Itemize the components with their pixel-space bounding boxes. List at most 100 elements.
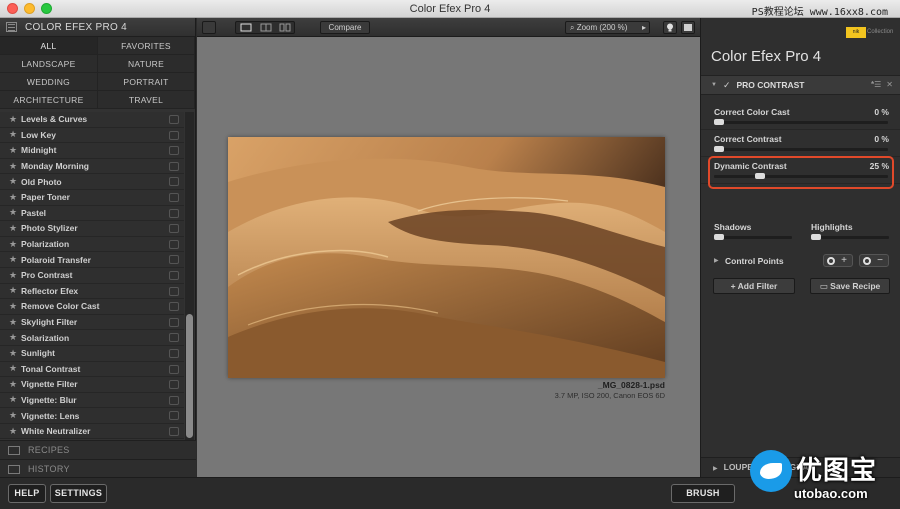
category-travel[interactable]: TRAVEL [98, 91, 195, 109]
expand-triangle-icon[interactable]: ▶ [714, 257, 719, 264]
browser-view-icon[interactable] [6, 22, 17, 32]
filter-item[interactable]: ★ Levels & Curves [0, 112, 184, 128]
filter-item[interactable]: ★ Old Photo [0, 174, 184, 190]
recipe-icon[interactable] [169, 411, 179, 421]
recipe-icon[interactable] [169, 208, 179, 218]
filter-item[interactable]: ★ Polarization [0, 236, 184, 253]
star-icon[interactable]: ★ [9, 332, 21, 343]
star-icon[interactable]: ★ [9, 176, 21, 187]
filter-item[interactable]: ★ Reflector Efex [0, 283, 184, 300]
star-icon[interactable]: ★ [9, 379, 21, 390]
brush-button[interactable]: BRUSH [671, 484, 735, 503]
category-wedding[interactable]: WEDDING [0, 73, 98, 91]
param-slider-track[interactable] [714, 119, 888, 125]
filter-item[interactable]: ★ Tonal Contrast [0, 361, 184, 378]
star-icon[interactable]: ★ [9, 239, 21, 250]
view-mode-icons[interactable] [236, 22, 296, 33]
filter-item[interactable]: ★ Solarization [0, 330, 184, 346]
add-control-point-button[interactable]: + [823, 254, 853, 267]
filter-item[interactable]: ★ Sunlight [0, 345, 184, 362]
filter-item[interactable]: ★ Photo Stylizer [0, 221, 184, 237]
shadows-slider-track[interactable] [714, 234, 792, 240]
filter-item[interactable]: ★ Vignette: Blur [0, 392, 184, 409]
shadows-slider-thumb[interactable] [714, 234, 724, 240]
recipe-icon[interactable] [169, 130, 179, 140]
layout-toggle-icon[interactable] [202, 21, 216, 34]
recipe-icon[interactable] [169, 255, 179, 265]
recipe-icon[interactable] [169, 286, 179, 296]
filter-item[interactable]: ★ Midnight [0, 143, 184, 159]
filter-options-icon[interactable]: *☰ [871, 80, 881, 89]
recipe-icon[interactable] [169, 115, 179, 124]
recipe-icon[interactable] [169, 426, 179, 436]
scrollbar-thumb[interactable] [186, 314, 193, 438]
recipe-icon[interactable] [169, 333, 179, 343]
highlights-slider-thumb[interactable] [811, 234, 821, 240]
save-recipe-button[interactable]: ▭ Save Recipe [810, 278, 890, 294]
recipe-icon[interactable] [169, 317, 179, 327]
recipe-icon[interactable] [169, 224, 179, 234]
filter-item[interactable]: ★ Skylight Filter [0, 314, 184, 331]
zoom-arrow-icon[interactable]: ▸ [642, 22, 646, 33]
star-icon[interactable]: ★ [9, 410, 21, 421]
star-icon[interactable]: ★ [9, 223, 21, 234]
active-filter-header[interactable]: ▼ ✓ PRO CONTRAST *☰ ✕ [701, 75, 900, 95]
star-icon[interactable]: ★ [9, 129, 21, 140]
recipe-icon[interactable] [169, 270, 179, 280]
star-icon[interactable]: ★ [9, 363, 21, 374]
zoom-control[interactable]: ⌕ Zoom (200 %) ▸ [565, 21, 650, 34]
collapse-triangle-icon[interactable]: ▼ [711, 82, 717, 88]
filter-item[interactable]: ★ Pastel [0, 205, 184, 222]
category-favorites[interactable]: FAVORITES [98, 37, 195, 55]
category-all[interactable]: ALL [0, 37, 98, 55]
recipe-icon[interactable] [169, 146, 179, 156]
star-icon[interactable]: ★ [9, 348, 21, 359]
recipe-icon[interactable] [169, 192, 179, 202]
star-icon[interactable]: ★ [9, 317, 21, 328]
history-section[interactable]: HISTORY [0, 459, 196, 478]
star-icon[interactable]: ★ [9, 254, 21, 265]
filter-item[interactable]: ★ Monday Morning [0, 158, 184, 175]
star-icon[interactable]: ★ [9, 114, 21, 125]
recipe-icon[interactable] [169, 395, 179, 405]
recipes-section[interactable]: RECIPES [0, 440, 196, 459]
recipe-icon[interactable] [169, 177, 179, 187]
star-icon[interactable]: ★ [9, 394, 21, 405]
star-icon[interactable]: ★ [9, 270, 21, 281]
filter-item[interactable]: ★ Remove Color Cast [0, 299, 184, 315]
close-icon[interactable]: ✕ [886, 80, 893, 89]
filter-item[interactable]: ★ Polaroid Transfer [0, 252, 184, 268]
recipe-icon[interactable] [169, 302, 179, 312]
category-architecture[interactable]: ARCHITECTURE [0, 91, 98, 109]
star-icon[interactable]: ★ [9, 145, 21, 156]
compare-button[interactable]: Compare [320, 21, 370, 34]
param-slider-thumb[interactable] [714, 146, 724, 152]
filter-list-scrollbar[interactable] [185, 112, 194, 442]
help-button[interactable]: HELP [8, 484, 46, 503]
recipe-icon[interactable] [169, 348, 179, 358]
recipe-icon[interactable] [169, 239, 179, 249]
filter-item[interactable]: ★ Vignette: Lens [0, 408, 184, 424]
category-landscape[interactable]: LANDSCAPE [0, 55, 98, 73]
highlights-slider-track[interactable] [811, 234, 889, 240]
filter-item[interactable]: ★ Paper Toner [0, 189, 184, 206]
category-portrait[interactable]: PORTRAIT [98, 73, 195, 91]
filter-item[interactable]: ★ Vignette Filter [0, 377, 184, 393]
param-slider-track[interactable] [714, 146, 888, 152]
recipe-icon[interactable] [169, 364, 179, 374]
add-filter-button[interactable]: + Add Filter [713, 278, 795, 294]
star-icon[interactable]: ★ [9, 192, 21, 203]
recipe-icon[interactable] [169, 161, 179, 171]
filter-item[interactable]: ★ White Neutralizer [0, 423, 184, 440]
recipe-icon[interactable] [169, 380, 179, 390]
remove-control-point-button[interactable]: − [859, 254, 889, 267]
filter-item[interactable]: ★ Low Key [0, 127, 184, 144]
preview-image[interactable] [228, 137, 665, 378]
param-slider-thumb[interactable] [714, 119, 724, 125]
star-icon[interactable]: ★ [9, 207, 21, 218]
filter-enabled-checkbox[interactable]: ✓ [723, 80, 731, 91]
lightbulb-icon[interactable] [663, 21, 677, 34]
background-toggle-icon[interactable] [681, 21, 695, 34]
star-icon[interactable]: ★ [9, 301, 21, 312]
settings-button[interactable]: SETTINGS [50, 484, 107, 503]
